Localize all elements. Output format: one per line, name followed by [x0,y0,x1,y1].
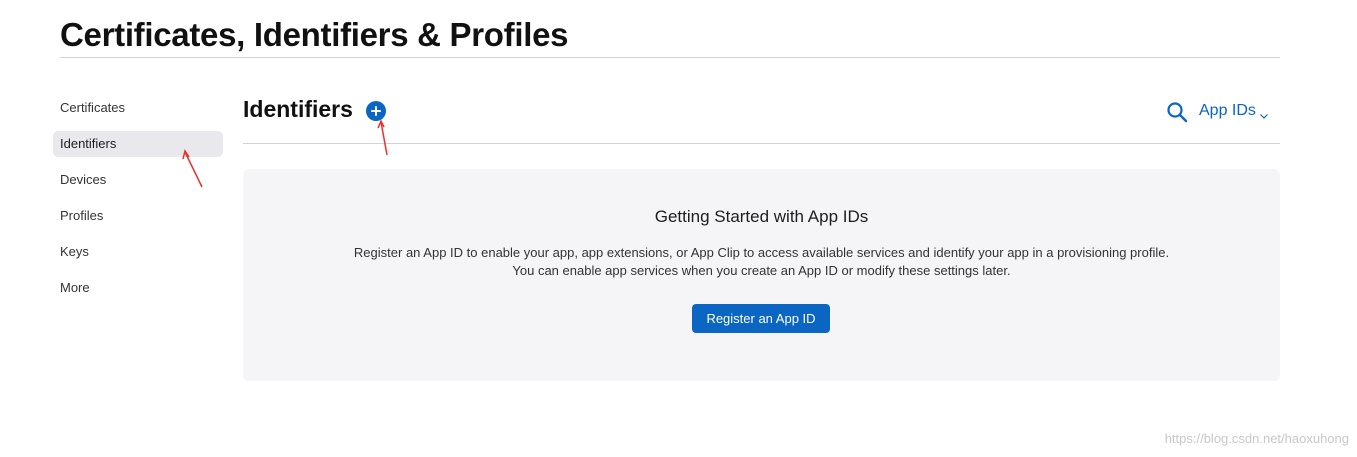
register-app-id-button[interactable]: Register an App ID [692,304,830,333]
empty-state-description-line-2: You can enable app services when you cre… [512,263,1011,278]
search-icon[interactable] [1165,100,1189,124]
plus-circle-icon[interactable] [366,101,386,121]
page-title: Certificates, Identifiers & Profiles [60,16,569,53]
title-divider [60,57,1280,58]
sidebar-item-identifiers[interactable]: Identifiers [53,131,223,157]
sidebar-item-certificates[interactable]: Certificates [53,95,223,121]
empty-state-title: Getting Started with App IDs [654,207,869,226]
chevron-down-icon [1259,106,1269,119]
app-ids-filter-select[interactable]: App IDs [1199,100,1269,122]
sidebar-item-devices[interactable]: Devices [53,167,223,193]
sidebar-item-more[interactable]: More [53,275,223,301]
section-title: Identifiers [243,96,353,122]
sidebar: Certificates Identifiers Devices Profile… [53,95,223,311]
sidebar-item-keys[interactable]: Keys [53,239,223,265]
page: Certificates, Identifiers & Profiles Cer… [0,0,1357,457]
sidebar-item-profiles[interactable]: Profiles [53,203,223,229]
empty-state-card: Getting Started with App IDs Register an… [243,169,1280,381]
watermark-text: https://blog.csdn.net/haoxuhong [1164,431,1349,446]
section-divider [243,143,1280,144]
red-arrow-annotation-add [377,119,388,156]
filter-value: App IDs [1199,102,1256,119]
empty-state-description-line-1: Register an App ID to enable your app, a… [353,245,1170,260]
